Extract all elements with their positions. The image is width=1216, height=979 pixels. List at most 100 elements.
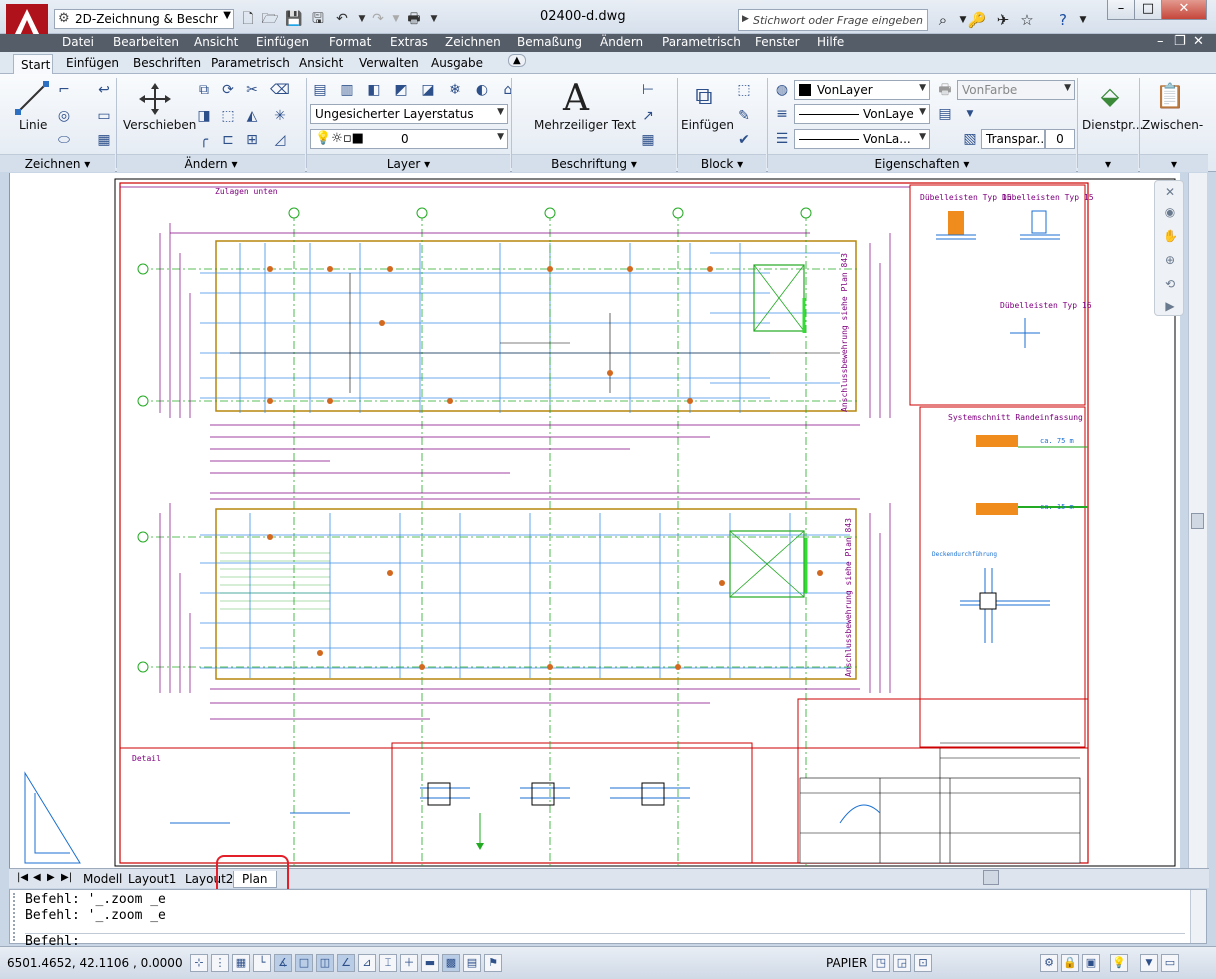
scale-icon[interactable]: ⬚ — [218, 106, 238, 126]
lineweight-icon[interactable]: ☰ — [772, 129, 792, 149]
doc-minimize-button[interactable]: – — [1157, 34, 1164, 49]
linetype-dropdown[interactable]: VonLaye ▼ — [794, 104, 930, 124]
help-search-input[interactable]: ▶ Stichwort oder Frage eingeben — [738, 9, 928, 31]
layer-previous-icon[interactable]: ◩ — [391, 80, 411, 100]
plotstyle-dropdown[interactable]: VonFarbe ▼ — [957, 80, 1075, 100]
insert-block-icon[interactable]: ⧉ — [688, 80, 720, 112]
color-wheel-icon[interactable]: ◍ — [772, 80, 792, 100]
doc-restore-button[interactable]: ❐ — [1174, 34, 1186, 49]
menu-format[interactable]: Format — [329, 35, 371, 49]
mtext-label[interactable]: Mehrzeiliger Text — [534, 118, 636, 132]
arc-icon[interactable]: ↩ — [94, 80, 114, 100]
grid-display-icon[interactable]: ▦ — [232, 954, 250, 972]
tab-parametrisch[interactable]: Parametrisch — [211, 56, 290, 70]
vertical-scroll-thumb[interactable] — [1191, 513, 1204, 529]
help-dropdown-icon[interactable]: ▼ — [1072, 9, 1094, 31]
navbar-close-icon[interactable]: ✕ — [1163, 185, 1177, 199]
save-as-icon[interactable]: 🖫 — [308, 9, 328, 29]
layer-isolate-icon[interactable]: ◪ — [418, 80, 438, 100]
layer-freeze-icon[interactable]: ❄ — [445, 80, 465, 100]
doc-close-button[interactable]: ✕ — [1193, 34, 1204, 49]
menu-parametrisch[interactable]: Parametrisch — [662, 35, 741, 49]
status-menu-icon[interactable]: ▼ — [1140, 954, 1158, 972]
panel-title-eigenschaften[interactable]: Eigenschaften ▾ — [768, 154, 1076, 172]
stretch-icon[interactable]: ◨ — [194, 106, 214, 126]
ribbon-minimize-icon[interactable]: ▲ — [508, 54, 526, 67]
layer-off-icon[interactable]: ◐ — [472, 80, 492, 100]
rectangle-icon[interactable]: ▭ — [94, 106, 114, 126]
infer-constraints-icon[interactable]: ⊹ — [190, 954, 208, 972]
circle-icon[interactable]: ◎ — [54, 106, 74, 126]
move-label[interactable]: Verschieben — [123, 118, 196, 132]
qat-customize-icon[interactable]: ▼ — [424, 9, 444, 29]
layout-tab-layout1[interactable]: Layout1 — [124, 871, 180, 887]
pan-icon[interactable]: ✋ — [1163, 229, 1178, 243]
binoculars-icon[interactable]: ⌕ — [932, 9, 954, 31]
list-icon[interactable]: ▤ — [935, 104, 955, 124]
coordinate-readout[interactable]: 6501.4652, 42.1106 , 0.0000 — [7, 956, 183, 970]
panel-title-block[interactable]: Block ▾ — [678, 154, 766, 172]
transparency-icon[interactable]: ▧ — [960, 129, 980, 149]
drawing-canvas[interactable]: Zulagen unten Dübelleisten Typ 15 Dübell… — [9, 173, 1180, 868]
layer-properties-icon[interactable]: ▤ — [310, 80, 330, 100]
chamfer-icon[interactable]: ◿ — [270, 130, 290, 150]
list-dropdown-icon[interactable]: ▼ — [960, 104, 980, 124]
dynamic-input-icon[interactable]: ⌶ — [379, 954, 397, 972]
clipboard-icon[interactable]: 📋 — [1154, 80, 1186, 112]
tab-verwalten[interactable]: Verwalten — [359, 56, 419, 70]
menu-ansicht[interactable]: Ansicht — [194, 35, 238, 49]
clipboard-expand[interactable]: ▾ — [1140, 154, 1208, 172]
panel-title-beschriftung[interactable]: Beschriftung ▾ — [512, 154, 676, 172]
create-block-icon[interactable]: ⬚ — [734, 80, 754, 100]
showmotion-icon[interactable]: ▶ — [1163, 299, 1177, 313]
line-icon[interactable] — [12, 78, 52, 118]
clipboard-label[interactable]: Zwischen- — [1142, 118, 1203, 132]
dynamic-ucs-icon[interactable]: ⊿ — [358, 954, 376, 972]
leader-icon[interactable]: ↗ — [638, 106, 658, 126]
new-file-icon[interactable]: 🗋 — [238, 9, 258, 29]
layer-lock-icon[interactable]: ⌂ — [498, 80, 518, 100]
undo-icon[interactable]: ↶ — [332, 9, 352, 29]
mtext-icon[interactable]: A — [563, 78, 589, 119]
utilities-expand[interactable]: ▾ — [1078, 154, 1138, 172]
attribute-icon[interactable]: ✔ — [734, 130, 754, 150]
horizontal-scroll-thumb[interactable] — [983, 870, 999, 885]
communication-center-icon[interactable]: ✈ — [992, 9, 1014, 31]
help-icon[interactable]: ? — [1052, 9, 1074, 31]
current-layer-dropdown[interactable]: 💡☼▫■ 0 ▼ — [310, 129, 508, 149]
panel-title-aendern[interactable]: Ändern ▾ — [117, 154, 305, 172]
minimize-button[interactable]: – — [1107, 0, 1135, 20]
plotstyle-icon[interactable]: 🖶 — [935, 80, 955, 100]
fillet-icon[interactable]: ╭ — [194, 130, 214, 150]
offset-icon[interactable]: ⊏ — [218, 130, 238, 150]
zoom-icon[interactable]: ⊕ — [1163, 253, 1177, 267]
selection-cycling-icon[interactable]: ▤ — [463, 954, 481, 972]
linetype-icon[interactable]: ≡ — [772, 104, 792, 124]
toolbar-lock-icon[interactable]: 🔒 — [1061, 954, 1079, 972]
subscription-key-icon[interactable]: 🔑 — [966, 9, 988, 31]
transparency-label[interactable]: Transpar... — [981, 129, 1045, 149]
tab-ansicht[interactable]: Ansicht — [299, 56, 343, 70]
steering-wheel-icon[interactable]: ◉ — [1163, 205, 1177, 219]
quick-view-drawings-icon[interactable]: ◲ — [893, 954, 911, 972]
menu-bemassung[interactable]: Bemaßung — [517, 35, 582, 49]
explode-icon[interactable]: ✳ — [270, 106, 290, 126]
utilities-label[interactable]: Dienstpr... — [1082, 118, 1143, 132]
snap-mode-icon[interactable]: ⋮ — [211, 954, 229, 972]
move-icon[interactable] — [138, 82, 172, 116]
menu-einfuegen[interactable]: Einfügen — [256, 35, 309, 49]
ellipse-icon[interactable]: ⬭ — [54, 130, 74, 150]
layer-match-icon[interactable]: ◧ — [364, 80, 384, 100]
menu-datei[interactable]: Datei — [62, 35, 94, 49]
tab-ausgabe[interactable]: Ausgabe — [431, 56, 483, 70]
polyline-icon[interactable]: ⌐ — [54, 80, 74, 100]
menu-aendern[interactable]: Ändern — [600, 35, 643, 49]
erase-icon[interactable]: ⌫ — [270, 80, 290, 100]
panel-title-zeichnen[interactable]: Zeichnen ▾ — [0, 154, 115, 172]
transparency-value[interactable]: 0 — [1045, 129, 1075, 149]
linear-dimension-icon[interactable]: ⊢ — [638, 80, 658, 100]
clean-screen-icon[interactable]: ▭ — [1161, 954, 1179, 972]
close-button[interactable]: ✕ — [1161, 0, 1207, 20]
redo-dropdown-icon[interactable]: ▼ — [386, 9, 406, 29]
layer-state-dropdown[interactable]: Ungesicherter Layerstatus ▼ — [310, 104, 508, 124]
